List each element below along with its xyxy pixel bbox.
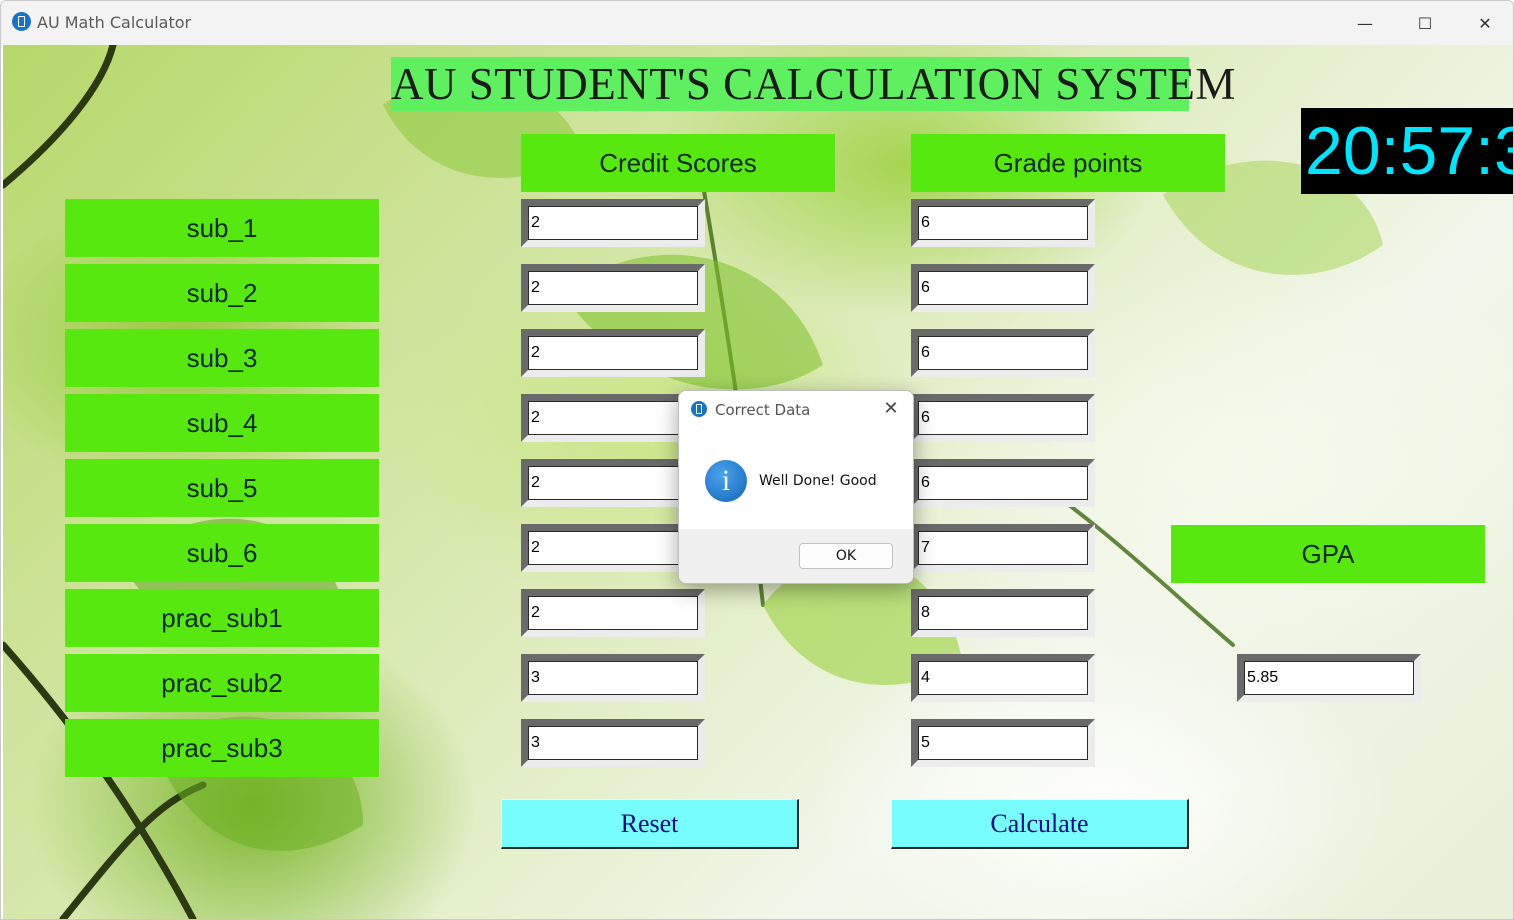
calculator-icon bbox=[691, 401, 707, 417]
grade-input-prac-sub2[interactable] bbox=[918, 661, 1088, 695]
credit-input-sub-6[interactable] bbox=[528, 531, 698, 565]
grade-input-prac-sub3[interactable] bbox=[918, 726, 1088, 760]
credit-input-prac-sub1[interactable] bbox=[528, 596, 698, 630]
subject-label: sub_5 bbox=[65, 459, 379, 517]
grade-input-sub-6[interactable] bbox=[918, 531, 1088, 565]
grade-input-sub-4[interactable] bbox=[918, 401, 1088, 435]
grade-entry-frame bbox=[911, 459, 1095, 507]
calculate-button[interactable]: Calculate bbox=[891, 799, 1189, 849]
info-icon: i bbox=[705, 460, 747, 502]
reset-button[interactable]: Reset bbox=[501, 799, 799, 849]
gpa-label: GPA bbox=[1171, 525, 1485, 583]
gpa-output-field[interactable] bbox=[1244, 661, 1414, 695]
dialog-title-bar[interactable]: Correct Data ✕ bbox=[679, 391, 913, 429]
credit-entry-frame bbox=[521, 264, 705, 312]
credit-entry-frame bbox=[521, 654, 705, 702]
grade-input-sub-5[interactable] bbox=[918, 466, 1088, 500]
credit-entry-frame bbox=[521, 199, 705, 247]
grade-entry-frame bbox=[911, 719, 1095, 767]
credit-input-sub-4[interactable] bbox=[528, 401, 698, 435]
dialog-close-button[interactable]: ✕ bbox=[877, 395, 905, 423]
subject-label: prac_sub2 bbox=[65, 654, 379, 712]
credit-input-sub-5[interactable] bbox=[528, 466, 698, 500]
credit-entry-frame bbox=[521, 329, 705, 377]
grade-input-sub-2[interactable] bbox=[918, 271, 1088, 305]
title-bar[interactable]: AU Math Calculator — ☐ ✕ bbox=[1, 1, 1513, 45]
credit-input-prac-sub3[interactable] bbox=[528, 726, 698, 760]
dialog-message: Well Done! Good bbox=[759, 473, 877, 489]
maximize-button[interactable]: ☐ bbox=[1395, 1, 1455, 45]
subject-label: sub_4 bbox=[65, 394, 379, 452]
subject-label: sub_2 bbox=[65, 264, 379, 322]
gpa-entry-frame bbox=[1237, 654, 1421, 702]
app-window: AU Math Calculator — ☐ ✕ AU STUDENT'S CA… bbox=[0, 0, 1514, 920]
subject-label: sub_3 bbox=[65, 329, 379, 387]
credit-input-prac-sub2[interactable] bbox=[528, 661, 698, 695]
grade-entry-frame bbox=[911, 394, 1095, 442]
calculator-icon bbox=[12, 12, 31, 31]
correct-data-dialog: Correct Data ✕ i Well Done! Good OK bbox=[678, 390, 914, 584]
subject-label: prac_sub1 bbox=[65, 589, 379, 647]
grade-input-sub-3[interactable] bbox=[918, 336, 1088, 370]
window-title: AU Math Calculator bbox=[37, 13, 192, 32]
subject-label: sub_6 bbox=[65, 524, 379, 582]
credit-input-sub-2[interactable] bbox=[528, 271, 698, 305]
credit-scores-header: Credit Scores bbox=[521, 134, 835, 192]
grade-entry-frame bbox=[911, 199, 1095, 247]
grade-entry-frame bbox=[911, 264, 1095, 312]
grade-entry-frame bbox=[911, 524, 1095, 572]
grade-input-prac-sub1[interactable] bbox=[918, 596, 1088, 630]
grade-entry-frame bbox=[911, 654, 1095, 702]
dialog-footer: OK bbox=[679, 529, 913, 583]
credit-entry-frame bbox=[521, 719, 705, 767]
subject-label: sub_1 bbox=[65, 199, 379, 257]
dialog-title: Correct Data bbox=[715, 401, 811, 419]
grade-input-sub-1[interactable] bbox=[918, 206, 1088, 240]
grade-entry-frame bbox=[911, 329, 1095, 377]
close-button[interactable]: ✕ bbox=[1455, 1, 1513, 45]
grade-points-header: Grade points bbox=[911, 134, 1225, 192]
credit-input-sub-1[interactable] bbox=[528, 206, 698, 240]
page-title: AU STUDENT'S CALCULATION SYSTEM bbox=[391, 57, 1236, 111]
minimize-button[interactable]: — bbox=[1335, 1, 1395, 45]
credit-input-sub-3[interactable] bbox=[528, 336, 698, 370]
subject-label: prac_sub3 bbox=[65, 719, 379, 777]
digital-clock: 20:57:3 bbox=[1301, 108, 1513, 194]
credit-entry-frame bbox=[521, 589, 705, 637]
grade-entry-frame bbox=[911, 589, 1095, 637]
ok-button[interactable]: OK bbox=[799, 543, 893, 569]
